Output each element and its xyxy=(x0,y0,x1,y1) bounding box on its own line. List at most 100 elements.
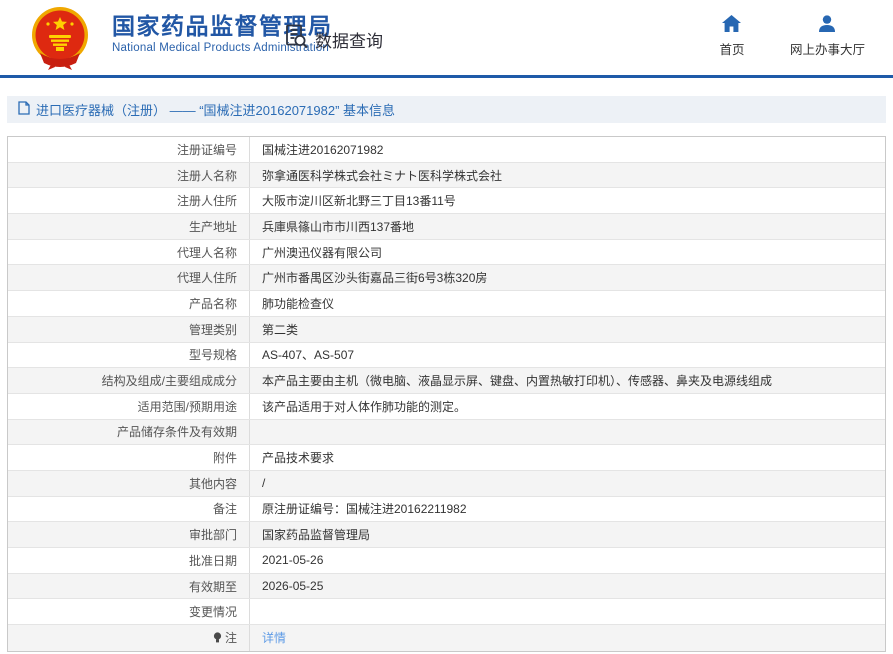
user-icon xyxy=(818,15,836,35)
row-value: 产品技术要求 xyxy=(250,445,885,470)
row-value-text: 本产品主要由主机（微电脑、液晶显示屏、键盘、内置热敏打印机）、传感器、鼻夹及电源… xyxy=(262,372,772,389)
row-value-text: 广州澳迅仪器有限公司 xyxy=(262,244,382,261)
table-row: 代理人住所 广州市番禺区沙头街嘉品三街6号3栋320房 xyxy=(8,265,885,291)
table-row: 型号规格 AS-407、AS-507 xyxy=(8,343,885,369)
row-label: 变更情况 xyxy=(8,599,250,624)
row-value: 兵庫県篠山市市川西137番地 xyxy=(250,214,885,239)
row-value: 大阪市淀川区新北野三丁目13番11号 xyxy=(250,188,885,213)
home-icon xyxy=(722,15,741,35)
table-row: 注册证编号国械注进20162071982 xyxy=(8,137,885,163)
data-query-link[interactable]: 数据查询 xyxy=(283,23,383,55)
row-label-text: 生产地址 xyxy=(189,218,237,235)
row-value: 该产品适用于对人体作肺功能的测定。 xyxy=(250,394,885,419)
row-label: 其他内容 xyxy=(8,471,250,496)
header-nav: 首页 网上办事大厅 xyxy=(708,15,865,58)
table-row: 备注 原注册证编号：国械注进20162211982 xyxy=(8,497,885,523)
nav-item-service-hall[interactable]: 网上办事大厅 xyxy=(790,15,865,58)
row-label: 注 xyxy=(8,625,250,651)
row-label-text: 其他内容 xyxy=(189,475,237,492)
row-value xyxy=(250,420,885,445)
nav-item-label: 网上办事大厅 xyxy=(790,39,865,58)
row-label: 生产地址 xyxy=(8,214,250,239)
row-value: 2021-05-26 xyxy=(250,548,885,573)
row-label: 结构及组成/主要组成成分 xyxy=(8,368,250,393)
row-label-text: 注册人住所 xyxy=(177,192,237,209)
row-label: 审批部门 xyxy=(8,522,250,547)
row-value: 原注册证编号：国械注进20162211982 xyxy=(250,497,885,522)
row-label-text: 结构及组成/主要组成成分 xyxy=(102,372,237,389)
table-row: 注册人名称 弥拿通医科学株式会社ミナト医科学株式会社 xyxy=(8,163,885,189)
table-row: 管理类别 第二类 xyxy=(8,317,885,343)
row-label-text: 管理类别 xyxy=(189,321,237,338)
row-value: 本产品主要由主机（微电脑、液晶显示屏、键盘、内置热敏打印机）、传感器、鼻夹及电源… xyxy=(250,368,885,393)
row-value-text: AS-407、AS-507 xyxy=(262,346,354,363)
row-label: 型号规格 xyxy=(8,343,250,368)
row-label-text: 适用范围/预期用途 xyxy=(138,398,237,415)
row-label-text: 产品名称 xyxy=(189,295,237,312)
row-value-text: 国械注进20162071982 xyxy=(262,141,383,158)
breadcrumb-text: 进口医疗器械（注册） —— “国械注进20162071982” 基本信息 xyxy=(36,100,395,119)
document-icon xyxy=(18,101,30,118)
row-value: 广州市番禺区沙头街嘉品三街6号3栋320房 xyxy=(250,265,885,290)
row-value-text: 大阪市淀川区新北野三丁目13番11号 xyxy=(262,192,456,209)
table-row: 有效期至 2026-05-25 xyxy=(8,574,885,600)
row-label: 注册证编号 xyxy=(8,137,250,162)
table-row: 结构及组成/主要组成成分 本产品主要由主机（微电脑、液晶显示屏、键盘、内置热敏打印… xyxy=(8,368,885,394)
row-value-text: 第二类 xyxy=(262,321,298,338)
row-label-text: 审批部门 xyxy=(189,526,237,543)
row-value-text: 产品技术要求 xyxy=(262,449,334,466)
page-header: 国家药品监督管理局 National Medical Products Admi… xyxy=(0,0,893,75)
bulb-icon xyxy=(213,632,222,644)
row-label-text: 备注 xyxy=(213,500,237,517)
row-value-text: 肺功能检查仪 xyxy=(262,295,334,312)
table-row: 变更情况 xyxy=(8,599,885,625)
row-label: 代理人住所 xyxy=(8,265,250,290)
table-row: 代理人名称 广州澳迅仪器有限公司 xyxy=(8,240,885,266)
table-row: 生产地址 兵庫県篠山市市川西137番地 xyxy=(8,214,885,240)
row-value-text: 兵庫県篠山市市川西137番地 xyxy=(262,218,414,235)
row-label-text: 附件 xyxy=(213,449,237,466)
row-label: 管理类别 xyxy=(8,317,250,342)
row-label: 注册人名称 xyxy=(8,163,250,188)
row-label: 代理人名称 xyxy=(8,240,250,265)
table-row: 注册人住所 大阪市淀川区新北野三丁目13番11号 xyxy=(8,188,885,214)
row-value: 弥拿通医科学株式会社ミナト医科学株式会社 xyxy=(250,163,885,188)
table-row: 审批部门 国家药品监督管理局 xyxy=(8,522,885,548)
data-query-label: 数据查询 xyxy=(315,27,383,52)
row-value-text: 原注册证编号：国械注进20162211982 xyxy=(262,500,467,517)
row-value: 第二类 xyxy=(250,317,885,342)
row-value-text: 弥拿通医科学株式会社ミナト医科学株式会社 xyxy=(262,167,502,184)
table-row: 产品名称 肺功能检查仪 xyxy=(8,291,885,317)
row-value-text: / xyxy=(262,476,265,490)
data-query-icon xyxy=(283,23,310,55)
table-row: 适用范围/预期用途 该产品适用于对人体作肺功能的测定。 xyxy=(8,394,885,420)
header-divider xyxy=(0,75,893,78)
registration-info-table: 注册证编号国械注进20162071982 注册人名称 弥拿通医科学株式会社ミナト医科… xyxy=(7,136,886,652)
row-label-text: 代理人名称 xyxy=(177,244,237,261)
row-value-text: 广州市番禺区沙头街嘉品三街6号3栋320房 xyxy=(262,269,487,286)
row-label-text: 批准日期 xyxy=(189,552,237,569)
table-row: 产品储存条件及有效期 xyxy=(8,420,885,446)
row-label: 有效期至 xyxy=(8,574,250,599)
table-row: 注 详情 xyxy=(8,625,885,651)
nav-item-label: 首页 xyxy=(719,39,744,58)
row-label-text: 代理人住所 xyxy=(177,269,237,286)
row-label: 批准日期 xyxy=(8,548,250,573)
row-value: 2026-05-25 xyxy=(250,574,885,599)
row-label-text: 产品储存条件及有效期 xyxy=(117,423,237,440)
table-row: 附件 产品技术要求 xyxy=(8,445,885,471)
row-label-text: 注册人名称 xyxy=(177,167,237,184)
row-label-text: 变更情况 xyxy=(189,603,237,620)
row-value-text: 该产品适用于对人体作肺功能的测定。 xyxy=(262,398,466,415)
row-label: 适用范围/预期用途 xyxy=(8,394,250,419)
row-value: 国械注进20162071982 xyxy=(250,137,885,162)
row-value-text: 2021-05-26 xyxy=(262,553,323,567)
nav-item-home[interactable]: 首页 xyxy=(708,15,756,58)
row-value-text: 国家药品监督管理局 xyxy=(262,526,370,543)
row-value: 肺功能检查仪 xyxy=(250,291,885,316)
row-value-text: 2026-05-25 xyxy=(262,579,323,593)
detail-link[interactable]: 详情 xyxy=(262,629,286,646)
row-value: 广州澳迅仪器有限公司 xyxy=(250,240,885,265)
row-label-text: 注 xyxy=(225,629,237,646)
row-value: AS-407、AS-507 xyxy=(250,343,885,368)
